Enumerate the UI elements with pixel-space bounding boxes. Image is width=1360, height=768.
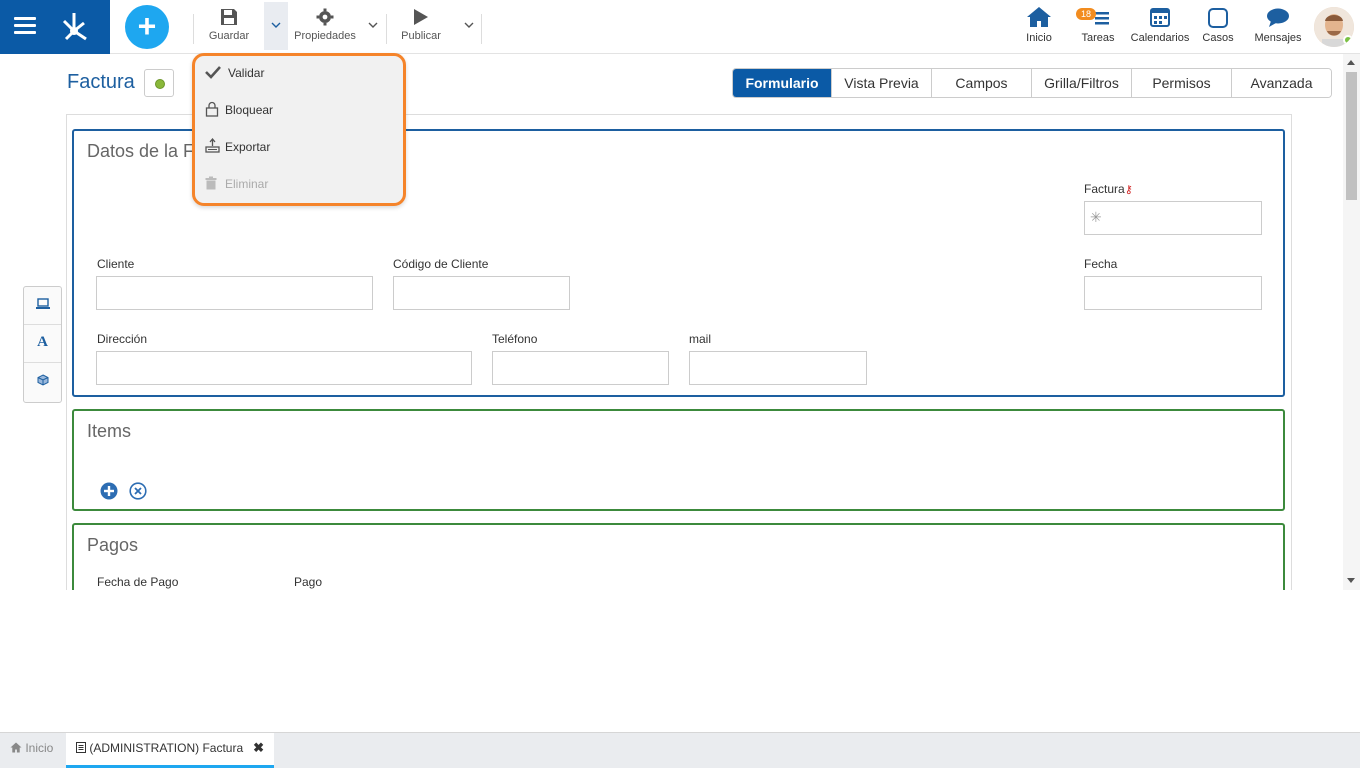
calendar-icon: [1129, 6, 1191, 32]
bottom-tab-document-label: (ADMINISTRATION) Factura: [89, 741, 244, 755]
properties-label: Propiedades: [294, 30, 356, 42]
online-status-dot: [1343, 35, 1353, 45]
side-toolbar: A: [23, 286, 62, 403]
user-avatar[interactable]: [1314, 7, 1354, 47]
menu-item-label: Eliminar: [225, 177, 269, 191]
laptop-icon: [35, 298, 50, 309]
nav-calendars-label: Calendarios: [1130, 32, 1190, 44]
field-label-direccion: Dirección: [97, 332, 148, 346]
trash-icon: [205, 176, 225, 193]
section-title: Pagos: [87, 535, 139, 555]
nav-tasks-label: Tareas: [1081, 32, 1115, 44]
save-options-dropdown[interactable]: [264, 2, 288, 50]
field-label-pago: Pago: [294, 575, 323, 589]
nav-cases[interactable]: Casos: [1201, 6, 1235, 44]
vertical-scrollbar[interactable]: [1343, 54, 1360, 590]
factura-input[interactable]: ✳: [1084, 201, 1262, 235]
component-button[interactable]: [24, 363, 61, 401]
key-icon: ⚷: [1124, 184, 1133, 196]
close-tab-icon[interactable]: ✖: [253, 733, 264, 763]
menu-item-bloquear[interactable]: Bloquear: [205, 99, 273, 121]
section-pagos[interactable]: Pagos Fecha de Pago Pago: [72, 523, 1285, 590]
save-icon: [206, 8, 252, 30]
list-doc-icon: [76, 742, 86, 753]
menu-item-eliminar: Eliminar: [205, 173, 268, 195]
field-label-telefono: Teléfono: [492, 332, 538, 346]
section-title: Items: [87, 421, 132, 441]
field-label-mail: mail: [689, 332, 712, 346]
bottom-tab-document[interactable]: (ADMINISTRATION) Factura ✖: [66, 733, 274, 768]
mail-input[interactable]: [689, 351, 867, 385]
menu-item-label: Exportar: [225, 140, 271, 154]
toolbar-divider: [481, 14, 482, 44]
toolbar-divider: [386, 14, 387, 44]
device-view-button[interactable]: [24, 287, 61, 325]
publish-options-dropdown[interactable]: [457, 2, 481, 50]
direccion-input[interactable]: [96, 351, 472, 385]
save-button[interactable]: Guardar: [206, 8, 252, 48]
menu-item-exportar[interactable]: Exportar: [205, 136, 270, 158]
fecha-input[interactable]: [1084, 276, 1262, 310]
properties-button[interactable]: Propiedades: [292, 8, 358, 48]
telefono-input[interactable]: [492, 351, 669, 385]
bottom-tab-home[interactable]: Inicio: [10, 733, 53, 768]
scroll-up-icon[interactable]: [1347, 60, 1355, 65]
home-icon: [10, 742, 22, 753]
gear-icon: [292, 8, 358, 30]
scroll-down-icon[interactable]: [1347, 578, 1355, 583]
publish-button[interactable]: Publicar: [398, 8, 444, 48]
nav-tasks[interactable]: 18 Tareas: [1076, 6, 1118, 44]
font-icon: A: [37, 334, 48, 350]
text-format-button[interactable]: A: [24, 325, 61, 363]
home-icon: [1022, 6, 1056, 32]
nav-messages[interactable]: Mensajes: [1253, 6, 1303, 44]
play-icon: [398, 8, 444, 30]
save-options-menu: Validar Bloquear Exportar Eliminar: [192, 53, 406, 206]
check-icon: [205, 65, 225, 82]
field-label-fecha-pago: Fecha de Pago: [97, 575, 179, 589]
autonumber-icon: ✳: [1090, 209, 1102, 225]
section-title: Datos de la F: [87, 141, 195, 161]
add-button[interactable]: +: [125, 5, 169, 49]
section-items[interactable]: Items: [72, 409, 1285, 511]
add-row-icon[interactable]: [100, 482, 118, 500]
lock-icon: [205, 101, 225, 120]
logo-icon[interactable]: [56, 9, 92, 45]
menu-icon[interactable]: [14, 17, 36, 35]
bottom-tab-home-label: Inicio: [25, 741, 54, 755]
factura-label-text: Factura: [1084, 182, 1125, 196]
field-label-fecha: Fecha: [1084, 257, 1118, 271]
top-bar: + Guardar Propiedades Publicar Inicio 18…: [0, 0, 1360, 54]
export-icon: [205, 137, 225, 156]
codigo-cliente-input[interactable]: [393, 276, 570, 310]
brand-area: [0, 0, 110, 54]
nav-home-label: Inicio: [1026, 32, 1052, 44]
nav-messages-label: Mensajes: [1254, 32, 1302, 44]
nav-home[interactable]: Inicio: [1022, 6, 1056, 44]
save-label: Guardar: [208, 30, 250, 42]
chevron-down-icon: [271, 22, 281, 28]
square-icon: [1201, 6, 1235, 32]
cliente-input[interactable]: [96, 276, 373, 310]
chevron-down-icon: [464, 22, 474, 28]
field-label-codigo-cliente: Código de Cliente: [393, 257, 489, 271]
properties-options-dropdown[interactable]: [361, 2, 385, 50]
chevron-down-icon: [368, 22, 378, 28]
remove-row-icon[interactable]: [129, 482, 147, 500]
menu-item-label: Bloquear: [225, 103, 274, 117]
chat-bubble-icon: [1253, 6, 1303, 32]
publish-label: Publicar: [401, 30, 441, 42]
tasks-badge: 18: [1076, 8, 1097, 20]
menu-item-label: Validar: [228, 66, 265, 80]
menu-item-validar[interactable]: Validar: [205, 62, 264, 84]
cube-icon: [37, 374, 48, 386]
bottom-tab-bar: Inicio (ADMINISTRATION) Factura ✖: [0, 732, 1360, 768]
field-label-factura: Factura⚷: [1084, 182, 1133, 196]
nav-cases-label: Casos: [1202, 32, 1234, 44]
toolbar-divider: [193, 14, 194, 44]
nav-calendars[interactable]: Calendarios: [1129, 6, 1191, 44]
scroll-thumb[interactable]: [1346, 72, 1357, 200]
field-label-cliente: Cliente: [97, 257, 135, 271]
